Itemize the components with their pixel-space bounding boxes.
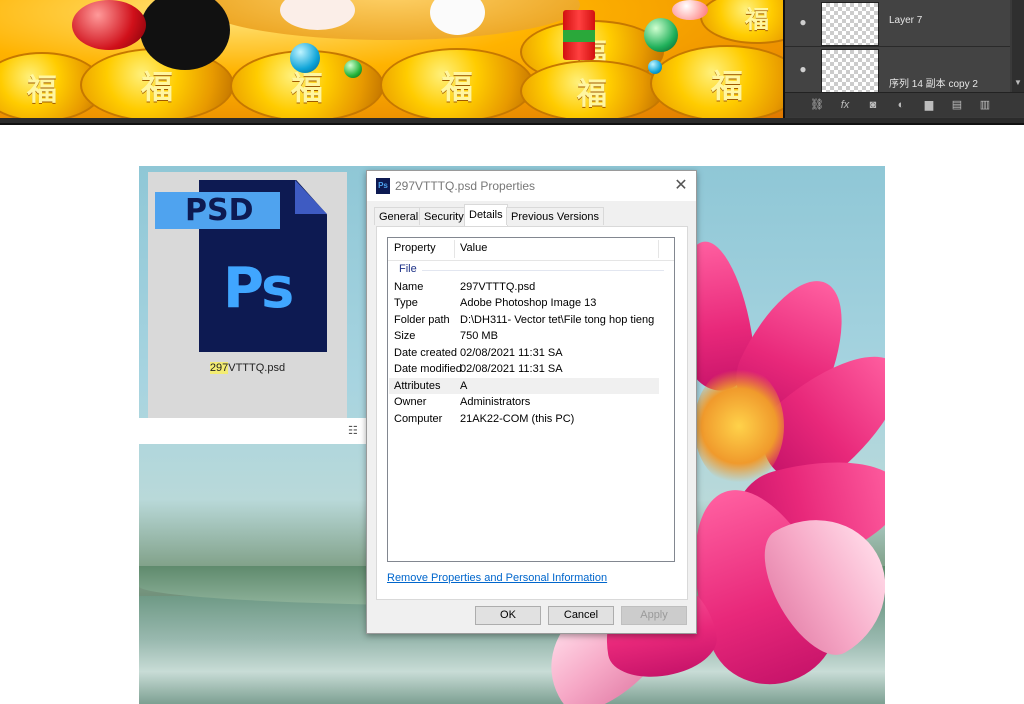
adjustment-icon[interactable]: ◐ [893,97,909,113]
property-name: Size [394,330,416,342]
eye-icon[interactable]: ● [795,14,811,30]
remove-properties-link[interactable]: Remove Properties and Personal Informati… [387,572,607,584]
coin-glyph: 福 [577,77,607,112]
psd-page-fold [295,180,327,214]
tab-previous-versions[interactable]: Previous Versions [506,207,605,225]
scroll-down-arrow-icon[interactable]: ▼ [1013,78,1023,88]
coin: 福 [650,45,783,118]
gold-ingot [672,0,708,20]
layers-toolbar: ⛓ fx ◙ ◐ ▆ ▤ ▥ [785,92,1024,117]
psd-badge: PSD [155,192,280,229]
property-value: 297VTTTQ.psd [460,281,536,293]
property-row[interactable]: Owner Administrators [389,394,659,410]
property-name: Date modified [394,363,462,375]
layer-name: 序列 14 副本 copy 2 [889,79,978,90]
property-value: A [460,380,468,392]
layer-thumbnail [821,2,879,46]
blue-ball [648,60,662,74]
property-value: 21AK22-COM (this PC) [460,413,575,425]
column-divider[interactable] [658,240,659,258]
property-row[interactable]: Date created 02/08/2021 11:31 SA [389,345,659,361]
green-ball [644,18,678,52]
blue-ball [290,43,320,73]
properties-dialog: Ps 297VTTTQ.psd Properties ✕ General Sec… [366,170,697,634]
tab-general[interactable]: General [374,207,424,225]
layers-panel: ● Layer 7 ● 序列 14 副本 copy 2 ▼ ⛓ fx ◙ ◐ ▆… [785,0,1024,118]
close-icon[interactable]: ✕ [670,175,692,197]
property-name: Folder path [394,314,450,326]
details-tab-body: Property Value File Name 297VTTTQ.psd Typ… [376,226,688,600]
property-row[interactable]: Name 297VTTTQ.psd [389,279,659,295]
explorer-panel-footer: ☷ [139,418,369,444]
coin-glyph: 福 [140,68,173,106]
dialog-title: 297VTTTQ.psd Properties [395,179,536,193]
property-row[interactable]: Type Adobe Photoshop Image 13 [389,295,659,311]
link-icon[interactable]: ⛓ [809,97,825,113]
property-value: 02/08/2021 11:31 SA [460,347,563,359]
tab-details[interactable]: Details [464,204,508,226]
coin: 福 [700,0,783,44]
eye-icon[interactable]: ● [795,61,811,77]
property-value: D:\DH311- Vector tet\File tong hop tieng… [460,314,657,326]
coin-glyph: 福 [745,4,769,34]
apply-button[interactable]: Apply [621,606,687,625]
property-name: Owner [394,396,427,408]
coin: 福 [380,48,534,118]
layer-row[interactable]: ● Layer 7 [785,0,1010,47]
mask-icon[interactable]: ◙ [865,97,881,113]
ok-button[interactable]: OK [475,606,541,625]
folder-icon[interactable]: ▆ [921,97,937,113]
photoshop-file-icon: Ps [376,178,390,194]
red-ornament [72,0,146,50]
lotus-stamens [694,366,784,486]
property-value: Adobe Photoshop Image 13 [460,297,597,309]
tab-security[interactable]: Security [419,207,469,225]
firecracker-band [563,30,595,42]
dialog-titlebar[interactable]: Ps 297VTTTQ.psd Properties ✕ [367,171,696,201]
new-layer-icon[interactable]: ▤ [949,97,965,113]
green-ball [344,60,362,78]
property-value: Administrators [460,396,531,408]
properties-list[interactable]: Property Value File Name 297VTTTQ.psd Typ… [387,237,675,562]
property-name: Type [394,297,418,309]
column-divider[interactable] [454,240,455,258]
fx-icon[interactable]: fx [837,97,853,113]
group-divider [422,270,664,271]
file-name-label[interactable]: 297VTTTQ.psd [148,362,347,374]
explorer-file-tile[interactable]: Ps PSD 297VTTTQ.psd [148,172,347,418]
coin-glyph: 福 [710,66,743,105]
cancel-button[interactable]: Cancel [548,606,614,625]
property-name: Name [394,281,424,293]
layers-scrollbar[interactable]: ▼ [1012,0,1024,92]
property-name: Attributes [394,380,441,392]
property-name: Computer [394,413,443,425]
photoshop-window: 福 福 福 福 福 福 福 福 ● Layer 7 ● 序列 14 副本 cop… [0,0,1024,125]
view-details-icon[interactable]: ☷ [348,425,362,437]
layer-row[interactable]: ● 序列 14 副本 copy 2 [785,47,1010,94]
file-name-highlight: 297 [209,362,229,374]
photoshop-canvas[interactable]: 福 福 福 福 福 福 福 福 [0,0,785,118]
property-row[interactable]: Computer 21AK22-COM (this PC) [389,411,659,427]
property-name: Date created [394,347,457,359]
property-row-selected[interactable]: Attributes A [389,378,659,394]
coin: 福 [520,60,664,118]
property-row[interactable]: Size 750 MB [389,328,659,344]
ps-letters: Ps [223,256,294,321]
file-name-rest: VTTTQ.psd [228,362,286,374]
list-header: Property Value [388,238,674,261]
group-header-file: File [399,263,417,275]
layer-thumbnail [821,49,879,93]
property-value: 750 MB [460,330,498,342]
column-header-property[interactable]: Property [394,242,436,254]
property-row[interactable]: Folder path D:\DH311- Vector tet\File ton… [389,312,659,328]
property-row[interactable]: Date modified 02/08/2021 11:31 SA [389,361,659,377]
trash-icon[interactable]: ▥ [977,97,993,113]
column-header-value[interactable]: Value [460,242,487,254]
layer-name: Layer 7 [889,15,923,26]
property-value: 02/08/2021 11:31 SA [460,363,563,375]
coin-glyph: 福 [440,68,473,106]
